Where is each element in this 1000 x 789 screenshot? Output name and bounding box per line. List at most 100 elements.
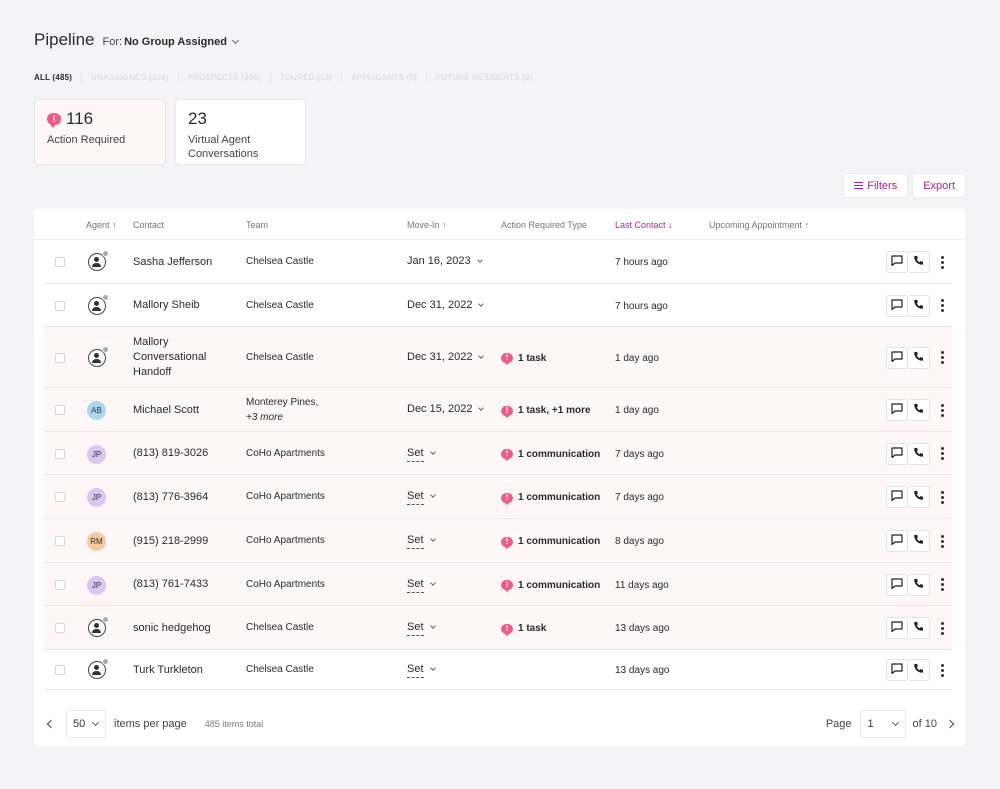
action-required-type[interactable]: ! 1 communication: [501, 490, 600, 505]
contact-name[interactable]: (915) 218-2999: [133, 534, 223, 549]
move-in-select[interactable]: Set: [407, 620, 436, 636]
row-checkbox[interactable]: [55, 448, 65, 459]
row-checkbox[interactable]: [55, 257, 65, 267]
col-move-in[interactable]: Move-In ↑: [407, 220, 447, 230]
team-more-link[interactable]: +3 more: [246, 412, 283, 423]
move-in-select[interactable]: Dec 31, 2022: [407, 298, 485, 313]
message-button[interactable]: [886, 573, 908, 596]
table-row[interactable]: AB Michael Scott Monterey Pines, +3 more Dec…: [44, 388, 952, 432]
row-checkbox[interactable]: [55, 536, 65, 546]
table-row[interactable]: sonic hedgehog Chelsea Castle Set! 1 task 13…: [44, 606, 952, 650]
message-button[interactable]: [886, 346, 908, 369]
move-in-select[interactable]: Set: [407, 446, 436, 462]
call-button[interactable]: [908, 294, 930, 317]
col-upcoming-appointment[interactable]: Upcoming Appointment ↑: [709, 220, 809, 230]
more-options-icon[interactable]: [935, 251, 949, 273]
table-row[interactable]: Mallory Sheib Chelsea Castle Dec 31, 2022 7…: [44, 284, 952, 327]
contact-name[interactable]: Sasha Jefferson: [133, 255, 223, 270]
call-button[interactable]: [908, 399, 930, 421]
move-in-select[interactable]: Set: [407, 489, 436, 505]
row-checkbox[interactable]: [55, 300, 65, 311]
row-checkbox[interactable]: [55, 352, 65, 363]
table-row[interactable]: Turk Turkleton Chelsea Castle Set 13 days a…: [44, 650, 952, 690]
page-select[interactable]: 1: [859, 710, 906, 738]
virtual-agent-card[interactable]: 23 Virtual Agent Conversations: [175, 99, 306, 165]
action-required-type[interactable]: ! 1 task: [501, 621, 546, 636]
message-button[interactable]: [886, 251, 908, 273]
col-last-contact[interactable]: Last Contact ↓: [615, 220, 673, 230]
action-required-card[interactable]: ! 116 Action Required: [34, 99, 166, 165]
move-in-select[interactable]: Set: [407, 662, 436, 678]
action-required-type[interactable]: ! 1 communication: [501, 534, 600, 549]
filters-button[interactable]: Filters: [843, 173, 909, 198]
more-options-icon[interactable]: [935, 617, 949, 639]
more-options-icon[interactable]: [935, 530, 949, 552]
more-options-icon[interactable]: [935, 659, 949, 681]
contact-name[interactable]: Turk Turkleton: [133, 663, 223, 678]
message-button[interactable]: [886, 399, 908, 421]
more-options-icon[interactable]: [935, 486, 949, 508]
call-button[interactable]: [908, 442, 930, 465]
row-checkbox[interactable]: [55, 492, 65, 502]
alert-chat-icon: !: [501, 405, 513, 418]
chevron-left-icon[interactable]: [46, 719, 56, 729]
contact-name[interactable]: sonic hedgehog: [133, 621, 223, 636]
tab-all[interactable]: ALL (485): [34, 73, 83, 82]
row-checkbox[interactable]: [55, 623, 65, 633]
table-row[interactable]: JP (813) 819-3026 CoHo Apartments Set! 1 com…: [44, 432, 952, 475]
table-row[interactable]: RM (915) 218-2999 CoHo Apartments Set! 1 com…: [44, 519, 952, 563]
move-in-select[interactable]: Set: [407, 577, 436, 593]
tab-toured[interactable]: TOURED (13): [280, 73, 343, 82]
move-in-select[interactable]: Dec 31, 2022: [407, 350, 485, 365]
chevron-right-icon[interactable]: [945, 719, 955, 729]
message-button[interactable]: [886, 442, 908, 465]
message-button[interactable]: [886, 486, 908, 508]
message-button[interactable]: [886, 294, 908, 317]
call-button[interactable]: [908, 659, 930, 681]
call-button[interactable]: [908, 251, 930, 273]
tab-prospects[interactable]: PROSPECTS (368): [188, 73, 271, 82]
contact-name[interactable]: (813) 819-3026: [133, 446, 223, 461]
more-options-icon[interactable]: [935, 347, 949, 369]
per-page-select[interactable]: 50: [66, 710, 106, 738]
virtual-agent-label: Virtual Agent Conversations: [188, 134, 259, 160]
call-button[interactable]: [908, 346, 930, 369]
table-row[interactable]: Mallory Conversational Handoff Chelsea Ca…: [44, 327, 952, 388]
export-button[interactable]: Export: [912, 173, 966, 198]
action-required-type[interactable]: ! 1 communication: [501, 578, 600, 593]
action-required-type[interactable]: ! 1 communication: [501, 447, 600, 462]
more-options-icon[interactable]: [935, 443, 949, 465]
message-button[interactable]: [886, 617, 908, 639]
col-agent[interactable]: Agent ↑: [86, 220, 117, 230]
move-in-select[interactable]: Dec 15, 2022: [407, 402, 485, 417]
call-button[interactable]: [908, 486, 930, 508]
message-button[interactable]: [886, 659, 908, 681]
more-options-icon[interactable]: [935, 295, 949, 317]
more-options-icon[interactable]: [935, 399, 949, 421]
row-checkbox[interactable]: [55, 665, 65, 675]
call-button[interactable]: [908, 530, 930, 552]
tab-applicants[interactable]: APPLICANTS (5): [351, 73, 428, 82]
action-required-type[interactable]: ! 1 task, +1 more: [501, 403, 591, 418]
move-in-select[interactable]: Set: [407, 533, 436, 549]
contact-name[interactable]: Michael Scott: [133, 403, 223, 418]
row-checkbox[interactable]: [55, 405, 65, 415]
action-required-type[interactable]: ! 1 task: [501, 351, 546, 366]
contact-name[interactable]: (813) 761-7433: [133, 577, 223, 592]
message-button[interactable]: [886, 530, 908, 552]
row-checkbox[interactable]: [55, 579, 65, 590]
more-options-icon[interactable]: [935, 574, 949, 596]
call-button[interactable]: [908, 573, 930, 596]
contact-name[interactable]: (813) 776-3964: [133, 490, 223, 505]
contact-name[interactable]: Mallory Conversational Handoff: [133, 335, 223, 380]
move-in-select[interactable]: Jan 16, 2023: [407, 254, 483, 269]
tab-future-residents[interactable]: FUTURE RESIDENTS (0): [436, 73, 541, 82]
tab-unassigned[interactable]: UNASSIGNED (109): [91, 73, 179, 82]
group-selector[interactable]: For: No Group Assigned: [103, 36, 239, 48]
table-row[interactable]: JP (813) 776-3964 CoHo Apartments Set! 1 com…: [44, 475, 952, 519]
table-row[interactable]: JP (813) 761-7433 CoHo Apartments Set! 1 com…: [44, 563, 952, 606]
contact-name[interactable]: Mallory Sheib: [133, 298, 223, 313]
table-row[interactable]: Sasha Jefferson Chelsea Castle Jan 16, 202…: [44, 240, 952, 284]
call-button[interactable]: [908, 617, 930, 639]
agent-avatar: JP: [87, 575, 106, 595]
